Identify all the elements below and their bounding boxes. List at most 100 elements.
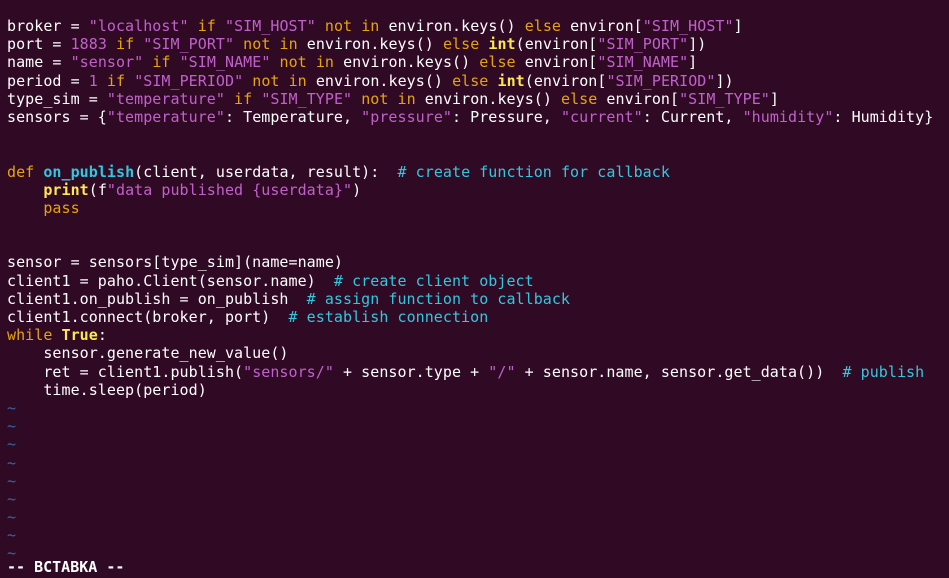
code-token: if [106, 71, 126, 90]
code-line[interactable]: pass [7, 199, 949, 217]
code-token: int [497, 71, 525, 90]
code-token: sensors = { [7, 107, 107, 126]
code-token: ) [352, 180, 362, 199]
code-token: + sensor.name, sensor.get_data()) [515, 362, 843, 381]
code-token: : [97, 326, 107, 345]
code-line[interactable]: broker = "localhost" if "SIM_HOST" not i… [7, 17, 949, 35]
code-token: ] [769, 89, 779, 108]
code-line[interactable]: while True: [7, 326, 949, 344]
code-token: sensor = sensors[type_sim](name=name) [7, 253, 343, 272]
code-token: "SIM_PERIOD" [606, 71, 716, 90]
code-token: broker = [7, 17, 89, 35]
code-line[interactable]: name = "sensor" if "SIM_NAME" not in env… [7, 53, 949, 71]
tilde-marker: ~ [7, 398, 17, 417]
code-token: if [116, 35, 135, 54]
code-token: # create client object [333, 271, 534, 290]
code-line[interactable]: def on_publish(client, userdata, result)… [7, 163, 949, 181]
tilde-marker: ~ [7, 471, 17, 490]
code-token: (f [88, 180, 107, 199]
code-token: (environ[ [515, 35, 598, 54]
code-token: pass [43, 198, 80, 217]
code-token: : Pressure, [451, 107, 561, 126]
code-buffer[interactable]: broker = "localhost" if "SIM_HOST" not i… [7, 17, 949, 399]
code-token: "sensors/" [243, 362, 334, 381]
code-token: not in [252, 71, 307, 90]
code-token: "SIM_TYPE" [261, 89, 353, 108]
code-token: def [7, 162, 35, 181]
code-token: "SIM_HOST" [224, 17, 316, 35]
empty-line-markers: ~ ~ ~ ~ ~ ~ ~ ~ ~ [7, 399, 949, 563]
code-line[interactable] [7, 217, 949, 235]
code-token: "localhost" [88, 17, 189, 35]
tilde-marker: ~ [7, 526, 17, 545]
code-token: if [234, 89, 253, 108]
code-token: # publish [842, 362, 925, 381]
code-token: "sensor" [70, 53, 144, 72]
code-token: ]) [715, 71, 734, 90]
code-token: time.sleep(period) [7, 380, 207, 399]
tilde-marker: ~ [7, 417, 17, 436]
code-token: int [488, 35, 516, 54]
code-line[interactable]: sensor = sensors[type_sim](name=name) [7, 253, 949, 271]
code-token: : Current, [642, 107, 743, 126]
code-token: else [442, 35, 480, 54]
tilde-marker: ~ [7, 489, 17, 508]
code-token: "data published {userdata}" [106, 180, 353, 199]
tilde-marker: ~ [7, 508, 17, 527]
code-token: (environ[ [524, 71, 607, 90]
code-token: True [61, 326, 98, 345]
code-token: : Temperature, [224, 107, 362, 126]
code-line[interactable]: client1.on_publish = on_publish # assign… [7, 290, 949, 308]
code-token: not in [361, 89, 416, 108]
code-token: not in [324, 17, 380, 35]
code-line[interactable]: sensors = {"temperature": Temperature, "… [7, 108, 949, 126]
code-line[interactable]: client1 = paho.Client(sensor.name) # cre… [7, 272, 949, 290]
code-line[interactable]: client1.connect(broker, port) # establis… [7, 308, 949, 326]
code-token: type_sim = [7, 89, 107, 108]
code-token: period = [7, 71, 89, 90]
code-token: "pressure" [361, 107, 452, 126]
code-token: not in [279, 53, 334, 72]
code-line[interactable] [7, 144, 949, 162]
code-token: "SIM_PERIOD" [134, 71, 244, 90]
code-token: (client, userdata, result): [134, 162, 398, 181]
code-token: "humidity" [742, 107, 834, 126]
insert-mode-indicator: -- ВСТАВКА -- [7, 558, 125, 576]
code-token: not in [243, 35, 298, 54]
code-token: environ.keys() [297, 35, 443, 54]
code-token: environ.keys() [379, 17, 525, 35]
code-token: "SIM_TYPE" [679, 89, 770, 108]
code-token: environ.keys() [415, 89, 562, 108]
vim-editor[interactable]: broker = "localhost" if "SIM_HOST" not i… [0, 0, 949, 578]
code-token: environ[ [597, 89, 680, 108]
code-token: environ[ [561, 17, 643, 35]
code-line[interactable]: print(f"data published {userdata}") [7, 181, 949, 199]
code-token: "temperature" [106, 107, 225, 126]
code-line[interactable]: period = 1 if "SIM_PERIOD" not in enviro… [7, 72, 949, 90]
code-token: # create function for callback [397, 162, 670, 181]
code-token: on_publish [43, 162, 135, 181]
code-line[interactable]: type_sim = "temperature" if "SIM_TYPE" n… [7, 90, 949, 108]
code-token: + sensor.type + [333, 362, 489, 381]
code-line[interactable]: time.sleep(period) [7, 381, 949, 399]
tilde-marker: ~ [7, 544, 17, 563]
code-token: "temperature" [106, 89, 225, 108]
code-token: # establish connection [288, 308, 489, 326]
code-line[interactable]: port = 1883 if "SIM_PORT" not in environ… [7, 35, 949, 53]
code-line[interactable] [7, 126, 949, 144]
code-token: 1 [88, 71, 98, 90]
code-line[interactable]: sensor.generate_new_value() [7, 344, 949, 362]
code-line[interactable] [7, 235, 949, 253]
code-line[interactable]: ret = client1.publish("sensors/" + senso… [7, 363, 949, 381]
